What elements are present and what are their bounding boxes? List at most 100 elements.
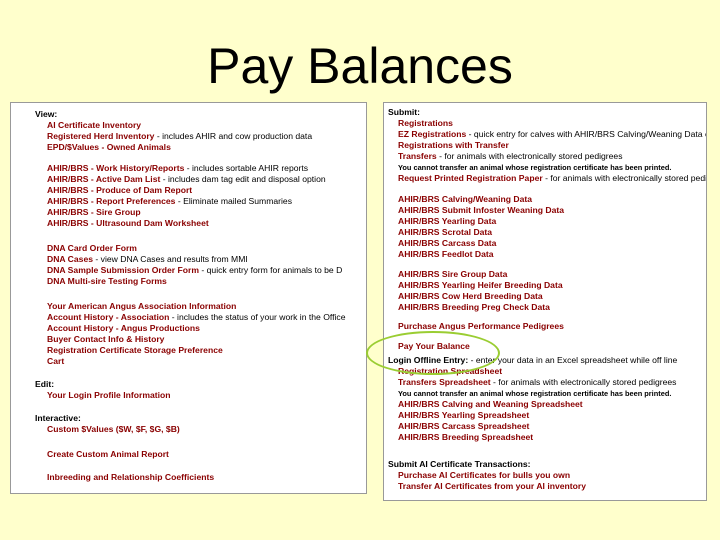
menu-link-your-american-angus-association-information[interactable]: Your American Angus Association Informat… bbox=[47, 301, 236, 311]
menu-item-description: - for animals with electronically stored… bbox=[490, 377, 677, 387]
menu-item-cart: Cart bbox=[47, 356, 64, 367]
menu-item-ahir-brs-yearling-spreadsheet: AHIR/BRS Yearling Spreadsheet bbox=[398, 410, 529, 421]
menu-item-description: - quick entry for calves with AHIR/BRS C… bbox=[466, 129, 707, 139]
transfer-restriction-note: You cannot transfer an animal whose regi… bbox=[398, 163, 672, 172]
menu-link-ahir-brs-breeding-preg-check-data[interactable]: AHIR/BRS Breeding Preg Check Data bbox=[398, 302, 550, 312]
transfer-restriction-note-offline: You cannot transfer an animal whose regi… bbox=[398, 389, 672, 398]
menu-item-transfers-spreadsheet: Transfers Spreadsheet - for animals with… bbox=[398, 377, 676, 388]
menu-item-ahir-brs-breeding-preg-check-data: AHIR/BRS Breeding Preg Check Data bbox=[398, 302, 550, 313]
menu-item-registration-spreadsheet: Registration Spreadsheet bbox=[398, 366, 502, 377]
menu-item-account-history-angus-productions: Account History - Angus Productions bbox=[47, 323, 200, 334]
menu-item-ahir-brs-work-history-reports: AHIR/BRS - Work History/Reports - includ… bbox=[47, 163, 308, 174]
menu-link-ahir-brs-carcass-spreadsheet[interactable]: AHIR/BRS Carcass Spreadsheet bbox=[398, 421, 529, 431]
menu-link-ahir-brs-cow-herd-breeding-data[interactable]: AHIR/BRS Cow Herd Breeding Data bbox=[398, 291, 543, 301]
offline-entry-row: Login Offline Entry: - enter your data i… bbox=[388, 355, 677, 366]
menu-link-registration-spreadsheet[interactable]: Registration Spreadsheet bbox=[398, 366, 502, 376]
menu-link-ahir-brs-breeding-spreadsheet[interactable]: AHIR/BRS Breeding Spreadsheet bbox=[398, 432, 533, 442]
menu-link-ahir-brs-scrotal-data[interactable]: AHIR/BRS Scrotal Data bbox=[398, 227, 492, 237]
menu-link-transfers-spreadsheet[interactable]: Transfers Spreadsheet bbox=[398, 377, 491, 387]
ai-certificate-heading: Submit AI Certificate Transactions: bbox=[388, 459, 531, 469]
menu-item-ahir-brs-report-preferences: AHIR/BRS - Report Preferences - Eliminat… bbox=[47, 196, 292, 207]
menu-link-ahir-brs-calving-weaning-data[interactable]: AHIR/BRS Calving/Weaning Data bbox=[398, 194, 532, 204]
menu-link-ahir-brs-yearling-data[interactable]: AHIR/BRS Yearling Data bbox=[398, 216, 496, 226]
menu-link-account-history-angus-productions[interactable]: Account History - Angus Productions bbox=[47, 323, 200, 333]
menu-link-ahir-brs-yearling-spreadsheet[interactable]: AHIR/BRS Yearling Spreadsheet bbox=[398, 410, 529, 420]
menu-link-request-printed-registration-paper[interactable]: Request Printed Registration Paper bbox=[398, 173, 543, 183]
offline-entry-heading: Login Offline Entry: bbox=[388, 355, 469, 365]
menu-link-transfers[interactable]: Transfers bbox=[398, 151, 437, 161]
menu-link-create-custom-animal-report[interactable]: Create Custom Animal Report bbox=[47, 449, 169, 459]
menu-item-ahir-brs-sire-group-data: AHIR/BRS Sire Group Data bbox=[398, 269, 507, 280]
menu-item-ahir-brs-scrotal-data: AHIR/BRS Scrotal Data bbox=[398, 227, 492, 238]
menu-item-ahir-brs-sire-group: AHIR/BRS - Sire Group bbox=[47, 207, 141, 218]
menu-link-registration-certificate-storage-preference[interactable]: Registration Certificate Storage Prefere… bbox=[47, 345, 223, 355]
menu-link-dna-card-order-form[interactable]: DNA Card Order Form bbox=[47, 243, 137, 253]
menu-link-account-history-association[interactable]: Account History - Association bbox=[47, 312, 169, 322]
menu-link-registrations-with-transfer[interactable]: Registrations with Transfer bbox=[398, 140, 509, 150]
menu-link-ahir-brs-work-history-reports[interactable]: AHIR/BRS - Work History/Reports bbox=[47, 163, 184, 173]
menu-link-ahir-brs-ultrasound-dam-worksheet[interactable]: AHIR/BRS - Ultrasound Dam Worksheet bbox=[47, 218, 209, 228]
menu-item-description: - for animals with electronically stored… bbox=[436, 151, 623, 161]
menu-item-custom-values-w-f-g-b: Custom $Values ($W, $F, $G, $B) bbox=[47, 424, 180, 435]
menu-item-your-american-angus-association-information: Your American Angus Association Informat… bbox=[47, 301, 236, 312]
menu-link-epd-values-owned-animals[interactable]: EPD/$Values - Owned Animals bbox=[47, 142, 171, 152]
menu-link-purchase-ai-certificates-for-bulls-you-own[interactable]: Purchase AI Certificates for bulls you o… bbox=[398, 470, 570, 480]
menu-item-account-history-association: Account History - Association - includes… bbox=[47, 312, 346, 323]
menu-item-dna-cases: DNA Cases - view DNA Cases and results f… bbox=[47, 254, 248, 265]
menu-link-ahir-brs-feedlot-data[interactable]: AHIR/BRS Feedlot Data bbox=[398, 249, 494, 259]
menu-link-inbreeding-and-relationship-coefficients[interactable]: Inbreeding and Relationship Coefficients bbox=[47, 472, 214, 482]
menu-item-registrations-with-transfer: Registrations with Transfer bbox=[398, 140, 509, 151]
menu-link-ahir-brs-carcass-data[interactable]: AHIR/BRS Carcass Data bbox=[398, 238, 496, 248]
menu-item-ahir-brs-calving-weaning-data: AHIR/BRS Calving/Weaning Data bbox=[398, 194, 532, 205]
menu-link-ahir-brs-sire-group[interactable]: AHIR/BRS - Sire Group bbox=[47, 207, 141, 217]
menu-item-registration-certificate-storage-preference: Registration Certificate Storage Prefere… bbox=[47, 345, 223, 356]
menu-item-request-printed-registration-paper: Request Printed Registration Paper - for… bbox=[398, 173, 707, 184]
menu-item-registered-herd-inventory: Registered Herd Inventory - includes AHI… bbox=[47, 131, 312, 142]
menu-item-description: - includes AHIR and cow production data bbox=[154, 131, 313, 141]
menu-link-dna-multi-sire-testing-forms[interactable]: DNA Multi-sire Testing Forms bbox=[47, 276, 167, 286]
menu-item-description: - Eliminate mailed Summaries bbox=[175, 196, 292, 206]
account-menu-left-panel: View: AI Certificate Inventory Registered … bbox=[10, 102, 367, 494]
menu-link-pay-your-balance[interactable]: Pay Your Balance bbox=[398, 341, 470, 351]
menu-link-registered-herd-inventory[interactable]: Registered Herd Inventory bbox=[47, 131, 154, 141]
menu-link-registrations[interactable]: Registrations bbox=[398, 118, 453, 128]
menu-link-dna-cases[interactable]: DNA Cases bbox=[47, 254, 93, 264]
menu-link-transfer-ai-certificates-from-your-ai-inventory[interactable]: Transfer AI Certificates from your AI in… bbox=[398, 481, 586, 491]
menu-link-ahir-brs-report-preferences[interactable]: AHIR/BRS - Report Preferences bbox=[47, 196, 175, 206]
menu-link-your-login-profile-information[interactable]: Your Login Profile Information bbox=[47, 390, 171, 400]
menu-link-purchase-angus-performance-pedigrees[interactable]: Purchase Angus Performance Pedigrees bbox=[398, 321, 564, 331]
menu-link-ahir-brs-yearling-heifer-breeding-data[interactable]: AHIR/BRS Yearling Heifer Breeding Data bbox=[398, 280, 563, 290]
offline-entry-description: - enter your data in an Excel spreadshee… bbox=[468, 355, 678, 365]
menu-item-description: - includes sortable AHIR reports bbox=[184, 163, 309, 173]
menu-link-ai-certificate-inventory[interactable]: AI Certificate Inventory bbox=[47, 120, 141, 130]
menu-item-ahir-brs-yearling-heifer-breeding-data: AHIR/BRS Yearling Heifer Breeding Data bbox=[398, 280, 563, 291]
menu-item-description: - quick entry form for animals to be D bbox=[199, 265, 343, 275]
menu-item-registrations: Registrations bbox=[398, 118, 453, 129]
menu-item-ahir-brs-calving-and-weaning-spreadsheet: AHIR/BRS Calving and Weaning Spreadsheet bbox=[398, 399, 583, 410]
menu-item-pay-your-balance: Pay Your Balance bbox=[398, 341, 470, 352]
menu-item-ahir-brs-yearling-data: AHIR/BRS Yearling Data bbox=[398, 216, 496, 227]
menu-item-ai-certificate-inventory: AI Certificate Inventory bbox=[47, 120, 141, 131]
menu-item-description: - includes dam tag edit and disposal opt… bbox=[160, 174, 326, 184]
menu-link-ahir-brs-sire-group-data[interactable]: AHIR/BRS Sire Group Data bbox=[398, 269, 507, 279]
menu-item-transfer-ai-certificates-from-your-ai-inventory: Transfer AI Certificates from your AI in… bbox=[398, 481, 586, 492]
menu-link-ahir-brs-submit-infoster-weaning-data[interactable]: AHIR/BRS Submit Infoster Weaning Data bbox=[398, 205, 564, 215]
menu-item-description: - for animals with electronically stored… bbox=[542, 173, 707, 183]
menu-item-dna-multi-sire-testing-forms: DNA Multi-sire Testing Forms bbox=[47, 276, 167, 287]
menu-link-buyer-contact-info-history[interactable]: Buyer Contact Info & History bbox=[47, 334, 164, 344]
menu-link-dna-sample-submission-order-form[interactable]: DNA Sample Submission Order Form bbox=[47, 265, 199, 275]
menu-link-custom-values-w-f-g-b[interactable]: Custom $Values ($W, $F, $G, $B) bbox=[47, 424, 180, 434]
menu-link-ahir-brs-produce-of-dam-report[interactable]: AHIR/BRS - Produce of Dam Report bbox=[47, 185, 192, 195]
menu-item-description: - view DNA Cases and results from MMI bbox=[93, 254, 248, 264]
menu-link-ahir-brs-active-dam-list[interactable]: AHIR/BRS - Active Dam List bbox=[47, 174, 160, 184]
menu-item-ahir-brs-active-dam-list: AHIR/BRS - Active Dam List - includes da… bbox=[47, 174, 326, 185]
menu-link-ez-registrations[interactable]: EZ Registrations bbox=[398, 129, 466, 139]
menu-item-ahir-brs-breeding-spreadsheet: AHIR/BRS Breeding Spreadsheet bbox=[398, 432, 533, 443]
menu-link-ahir-brs-calving-and-weaning-spreadsheet[interactable]: AHIR/BRS Calving and Weaning Spreadsheet bbox=[398, 399, 583, 409]
menu-link-cart[interactable]: Cart bbox=[47, 356, 64, 366]
menu-item-ahir-brs-carcass-spreadsheet: AHIR/BRS Carcass Spreadsheet bbox=[398, 421, 529, 432]
menu-item-transfers: Transfers - for animals with electronica… bbox=[398, 151, 623, 162]
account-menu-right-panel: Submit: Registrations EZ Registrations - q… bbox=[383, 102, 707, 501]
submit-heading: Submit: bbox=[388, 107, 420, 117]
menu-item-description: - includes the status of your work in th… bbox=[169, 312, 346, 322]
